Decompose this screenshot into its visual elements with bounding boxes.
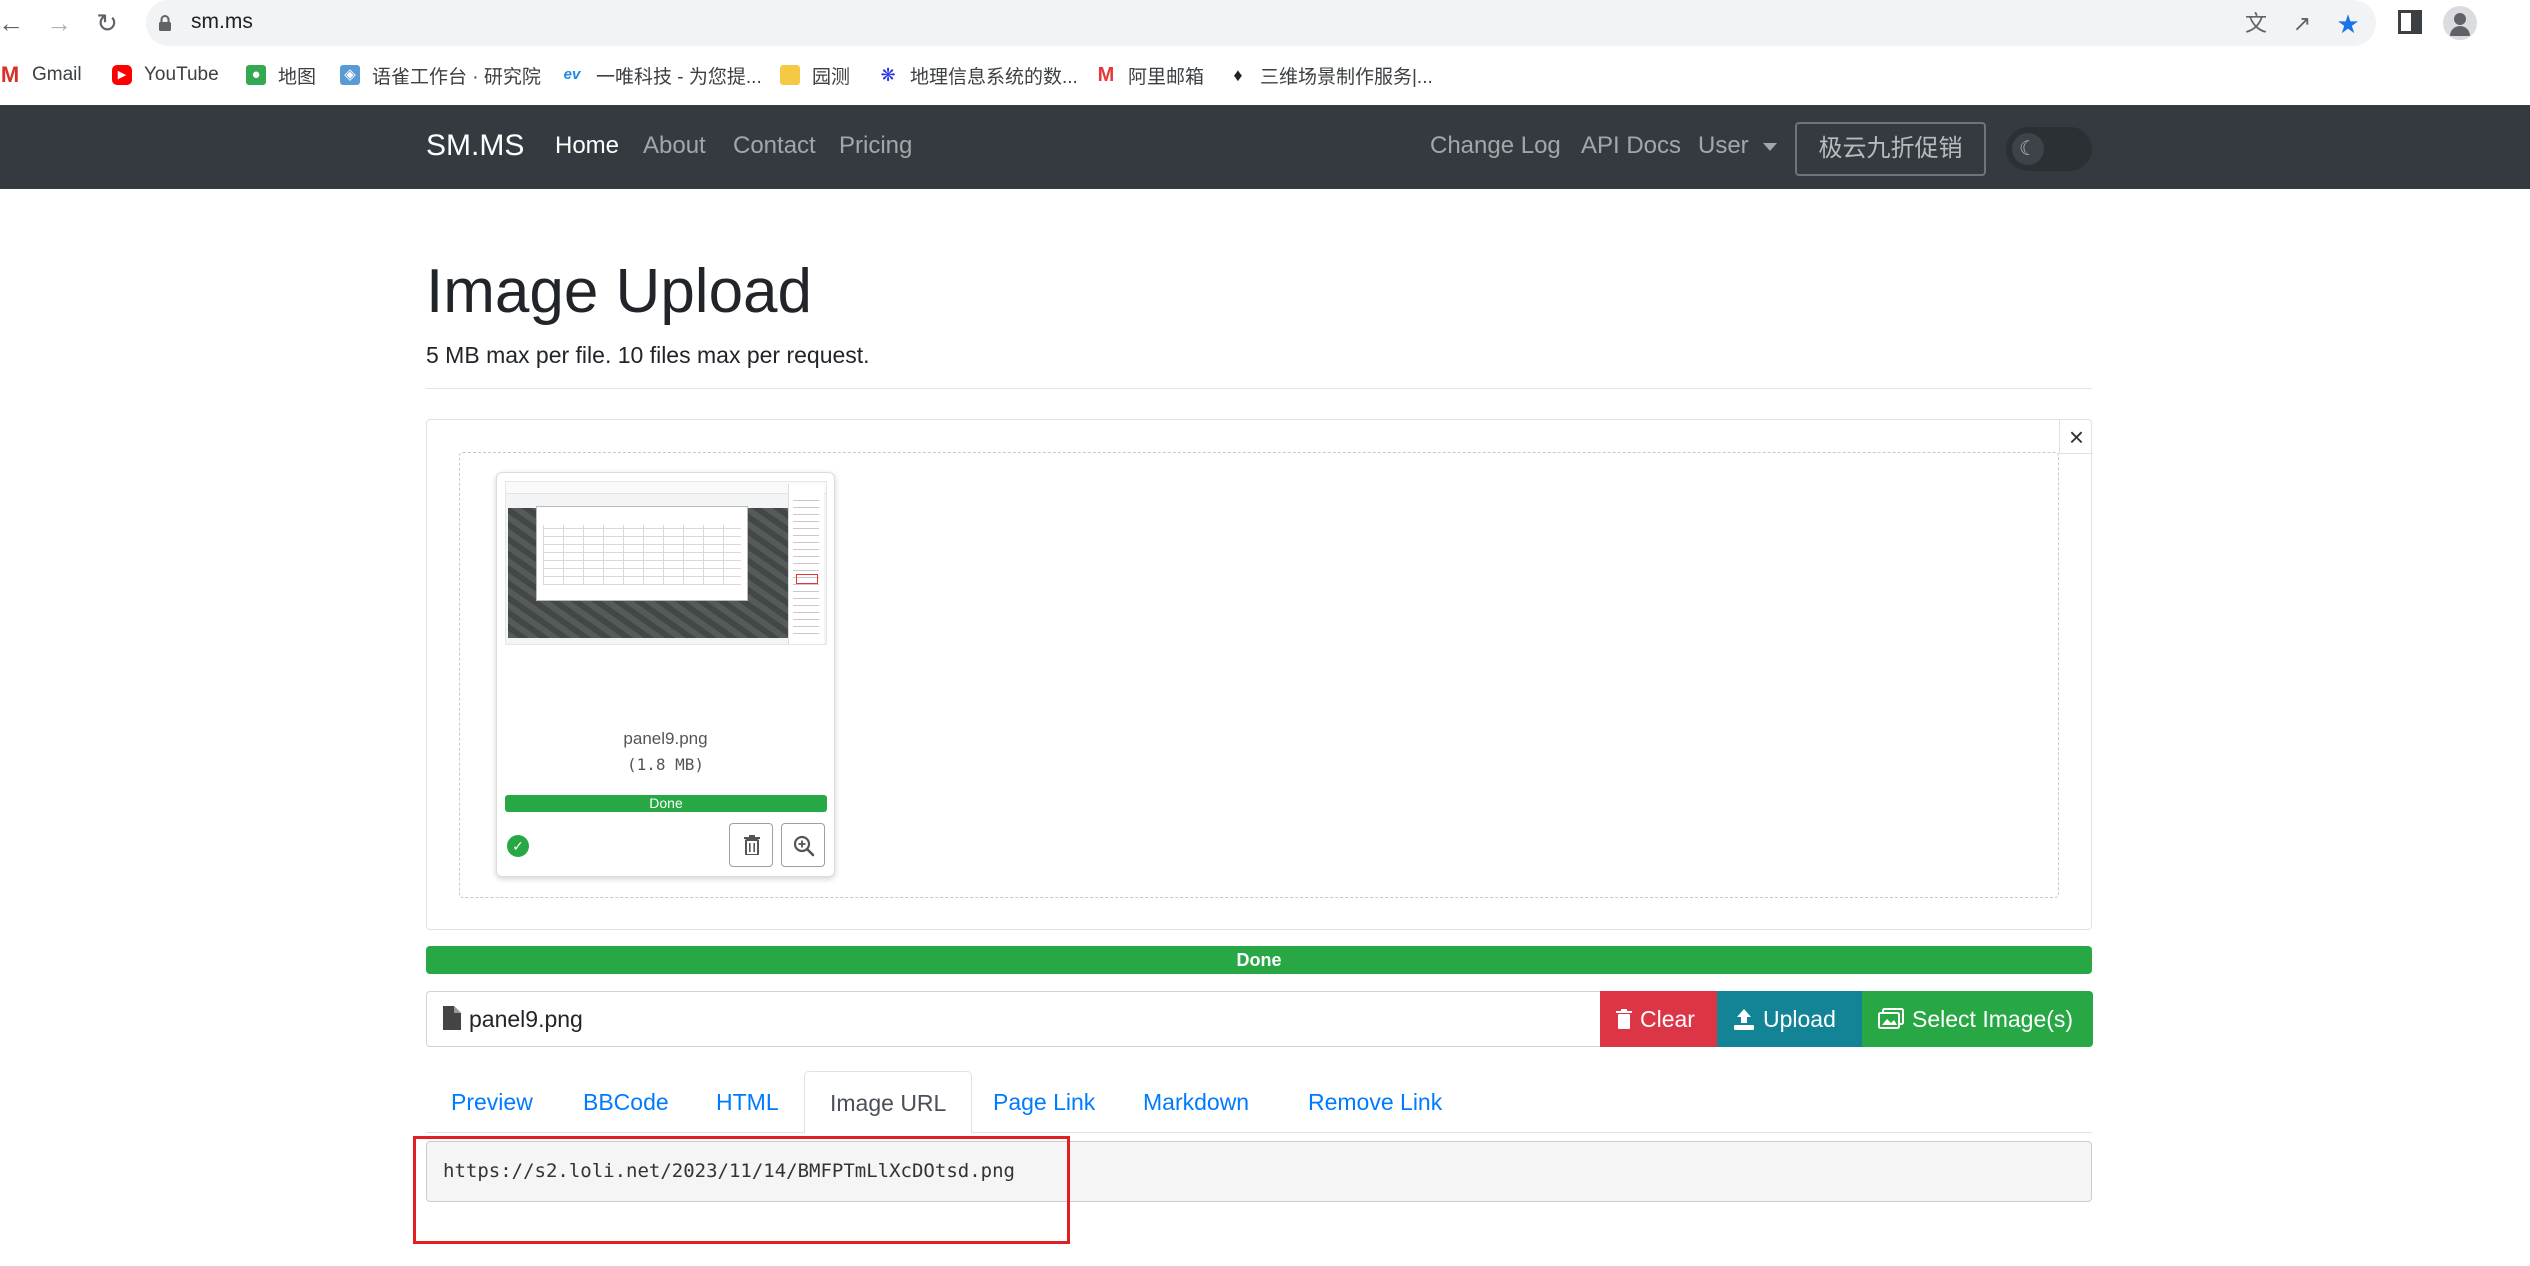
profile-avatar-icon[interactable] <box>2443 6 2477 40</box>
caret-down-icon <box>1762 142 1777 151</box>
address-bar[interactable]: sm.ms 文 ↗ ★ <box>146 0 2376 46</box>
total-progress-bar: Done <box>426 946 2092 974</box>
reload-icon[interactable]: ↻ <box>92 8 122 38</box>
side-panel-icon[interactable] <box>2398 10 2422 34</box>
brand-logo[interactable]: SM.MS <box>426 129 524 163</box>
thumb-progress-bar: Done <box>505 795 827 812</box>
nav-api-docs[interactable]: API Docs <box>1581 132 1681 160</box>
result-url-text[interactable]: https://s2.loli.net/2023/11/14/BMFPTmLlX… <box>443 1160 1015 1182</box>
bookmark-label: 三维场景制作服务|... <box>1260 66 1433 88</box>
zoom-preview-button[interactable] <box>781 823 825 867</box>
bookmark-label: 地理信息系统的数... <box>910 66 1078 88</box>
file-icon <box>443 1006 461 1030</box>
ev-icon: ev <box>563 66 581 83</box>
bookmark-label: YouTube <box>144 64 219 85</box>
youtube-icon: ▶ <box>112 65 132 85</box>
upload-icon <box>1734 1009 1754 1030</box>
nav-pricing[interactable]: Pricing <box>839 132 912 160</box>
thumbnail-panel <box>788 484 824 644</box>
yuque-icon: ◈ <box>340 65 360 85</box>
site-navbar: SM.MS Home About Contact Pricing Change … <box>0 105 2530 189</box>
bookmark-star-icon[interactable]: ★ <box>2334 10 2362 38</box>
bookmark-label: 语雀工作台 · 研究院 <box>372 66 541 88</box>
bookmark-aliyun-mail[interactable]: M 阿里邮箱 <box>1096 62 1204 88</box>
lock-icon <box>159 15 171 31</box>
bookmark-youtube[interactable]: ▶ YouTube <box>112 62 219 88</box>
tab-remove-link[interactable]: Remove Link <box>1283 1071 1467 1133</box>
bookmark-label: Gmail <box>32 64 82 85</box>
file-input-group: panel9.png Clear Upload Select Image(s) <box>426 991 2093 1047</box>
select-images-button[interactable]: Select Image(s) <box>1862 991 2093 1047</box>
result-url-box[interactable]: https://s2.loli.net/2023/11/14/BMFPTmLlX… <box>426 1141 2092 1202</box>
selected-file-name[interactable]: panel9.png <box>469 1006 583 1033</box>
tab-html[interactable]: HTML <box>691 1071 804 1133</box>
trash-icon <box>1616 1009 1632 1029</box>
trash-icon <box>744 835 760 855</box>
page-title: Image Upload <box>426 257 813 326</box>
close-icon[interactable]: × <box>2059 420 2093 454</box>
tab-bbcode[interactable]: BBCode <box>558 1071 694 1133</box>
bookmark-label: 阿里邮箱 <box>1128 66 1205 88</box>
bookmark-yuance[interactable]: 园测 <box>780 62 850 88</box>
thumbnail-topbar <box>506 482 826 494</box>
nav-about[interactable]: About <box>643 132 706 160</box>
bookmarks-bar: M Gmail ▶ YouTube ● 地图 ◈ 语雀工作台 · 研究院 ev … <box>0 52 2530 98</box>
3d-icon: ♦ <box>1233 65 1243 85</box>
share-icon[interactable]: ↗ <box>2288 10 2316 38</box>
translate-icon[interactable]: 文 <box>2242 10 2270 38</box>
tab-image-url[interactable]: Image URL <box>804 1071 973 1134</box>
bookmark-yuque[interactable]: ◈ 语雀工作台 · 研究院 <box>340 62 541 88</box>
thumbnail-highlight <box>796 574 818 584</box>
url-text[interactable]: sm.ms <box>191 10 253 34</box>
zoom-in-icon <box>793 835 815 857</box>
bookmark-maps[interactable]: ● 地图 <box>246 62 316 88</box>
image-thumbnail <box>505 481 827 645</box>
bookmark-label: 地图 <box>278 66 317 88</box>
moon-icon: ☾ <box>2012 133 2044 165</box>
tab-preview[interactable]: Preview <box>426 1071 558 1133</box>
folder-icon <box>780 65 800 85</box>
bookmark-label: 一唯科技 - 为您提... <box>596 66 762 88</box>
clear-button[interactable]: Clear <box>1600 991 1717 1047</box>
back-icon[interactable]: ← <box>0 8 26 38</box>
dark-mode-toggle[interactable]: ☾ <box>2006 127 2092 171</box>
check-circle-icon: ✓ <box>507 835 529 857</box>
user-label: User <box>1698 132 1749 159</box>
nav-user-dropdown[interactable]: User <box>1698 132 1777 160</box>
upload-limits-text: 5 MB max per file. 10 files max per requ… <box>426 342 870 368</box>
remove-file-button[interactable] <box>729 823 773 867</box>
select-images-label: Select Image(s) <box>1912 1006 2074 1032</box>
images-icon <box>1878 1008 1904 1029</box>
bookmark-3d[interactable]: ♦ 三维场景制作服务|... <box>1228 62 1433 88</box>
upload-button[interactable]: Upload <box>1717 991 1862 1047</box>
divider <box>426 388 2092 389</box>
baidu-icon: ❋ <box>880 65 896 85</box>
nav-change-log[interactable]: Change Log <box>1430 132 1561 160</box>
file-preview-card: panel9.png (1.8 MB) Done ✓ <box>496 472 835 877</box>
result-tabs: Preview BBCode HTML Image URL Page Link … <box>426 1071 2092 1134</box>
thumb-filename: panel9.png <box>623 729 708 748</box>
nav-home[interactable]: Home <box>555 132 619 160</box>
thumbnail-dialog <box>536 506 748 601</box>
bookmark-gis[interactable]: ❋ 地理信息系统的数... <box>878 62 1078 88</box>
upload-label: Upload <box>1763 1006 1836 1032</box>
bookmark-ev[interactable]: ev 一唯科技 - 为您提... <box>560 62 762 88</box>
browser-toolbar: ← → ↻ sm.ms 文 ↗ ★ <box>0 0 2530 46</box>
nav-contact[interactable]: Contact <box>733 132 816 160</box>
maps-icon: ● <box>246 65 266 85</box>
clear-label: Clear <box>1640 1006 1695 1032</box>
bookmark-label: 园测 <box>812 66 851 88</box>
forward-icon[interactable]: → <box>44 8 74 38</box>
promo-button[interactable]: 极云九折促销 <box>1795 122 1986 176</box>
tab-page-link[interactable]: Page Link <box>968 1071 1120 1133</box>
gmail-icon: M <box>0 62 20 87</box>
tab-markdown[interactable]: Markdown <box>1118 1071 1274 1133</box>
bookmark-gmail[interactable]: M Gmail <box>0 62 82 88</box>
aliyun-mail-icon: M <box>1097 64 1115 86</box>
thumb-filesize: (1.8 MB) <box>626 755 705 774</box>
